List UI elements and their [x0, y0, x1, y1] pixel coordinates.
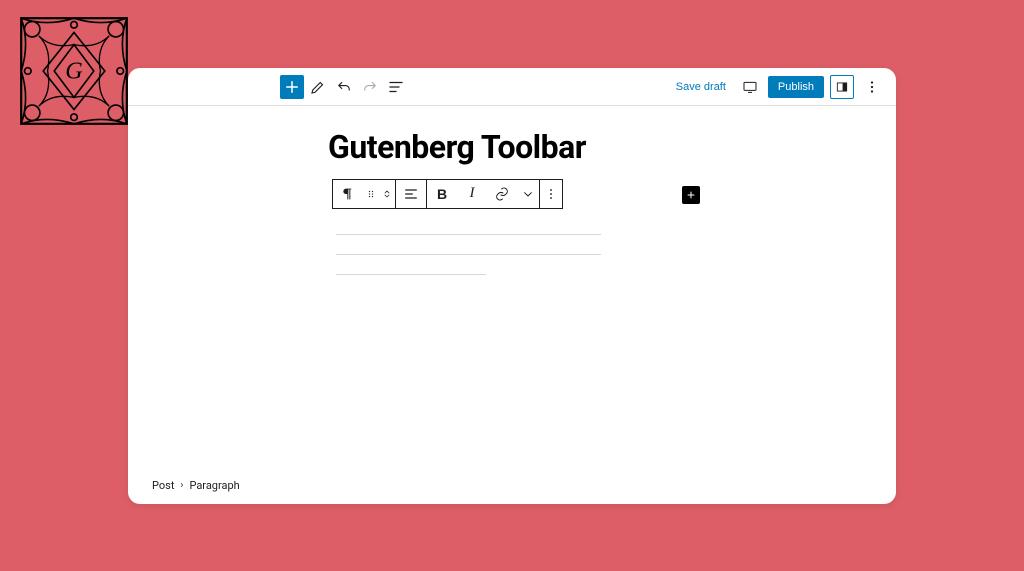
top-toolbar: Save draft Publish [128, 68, 896, 106]
undo-button[interactable] [332, 75, 356, 99]
drag-handle-button[interactable] [363, 180, 379, 208]
block-options-button[interactable] [540, 180, 562, 208]
chevron-up-down-icon [381, 188, 393, 200]
block-toolbar: B I [332, 179, 562, 209]
more-vertical-icon [543, 186, 559, 202]
block-type-button[interactable] [333, 180, 363, 208]
redo-button[interactable] [358, 75, 382, 99]
undo-icon [335, 78, 353, 96]
block-type-group [332, 179, 396, 209]
save-draft-button[interactable]: Save draft [670, 77, 732, 97]
gutenberg-logo-icon: G [128, 68, 129, 127]
chevron-right-icon: › [180, 480, 183, 491]
editor-canvas: Gutenberg Toolbar B I [128, 106, 896, 469]
tools-button[interactable] [306, 75, 330, 99]
insert-block-button[interactable] [682, 186, 700, 204]
placeholder-line [336, 254, 601, 255]
toolbar-left-group [280, 68, 408, 99]
breadcrumb-current[interactable]: Paragraph [189, 479, 239, 492]
options-group [539, 179, 563, 209]
move-up-down-button[interactable] [379, 180, 395, 208]
block-breadcrumb: Post › Paragraph [128, 469, 896, 504]
more-formatting-button[interactable] [517, 180, 539, 208]
site-logo[interactable]: G [128, 68, 129, 127]
format-group: B I [426, 179, 540, 209]
redo-icon [361, 78, 379, 96]
link-icon [494, 186, 510, 202]
plus-icon [685, 189, 697, 201]
align-left-icon [403, 186, 419, 202]
link-button[interactable] [487, 180, 517, 208]
editor-window: G Save draft Publish [128, 68, 896, 504]
breadcrumb-root[interactable]: Post [152, 479, 174, 492]
desktop-icon [742, 79, 758, 95]
inserter-toggle-button[interactable] [280, 75, 304, 99]
options-menu-button[interactable] [860, 75, 884, 99]
align-button[interactable] [396, 180, 426, 208]
placeholder-line [336, 274, 486, 275]
align-group [395, 179, 427, 209]
bold-button[interactable]: B [427, 180, 457, 208]
paragraph-icon [340, 186, 356, 202]
list-view-icon [387, 78, 405, 96]
post-title[interactable]: Gutenberg Toolbar [328, 128, 586, 166]
publish-button[interactable]: Publish [768, 76, 824, 98]
italic-button[interactable]: I [457, 180, 487, 208]
drag-icon [365, 188, 377, 200]
document-overview-button[interactable] [384, 75, 408, 99]
edit-icon [309, 78, 327, 96]
plus-icon [283, 78, 301, 96]
toolbar-right-group: Save draft Publish [670, 68, 896, 99]
preview-button[interactable] [738, 75, 762, 99]
more-vertical-icon [863, 78, 881, 96]
settings-toggle-button[interactable] [830, 75, 854, 99]
placeholder-line [336, 234, 601, 235]
sidebar-icon [835, 80, 849, 94]
chevron-down-icon [520, 186, 536, 202]
